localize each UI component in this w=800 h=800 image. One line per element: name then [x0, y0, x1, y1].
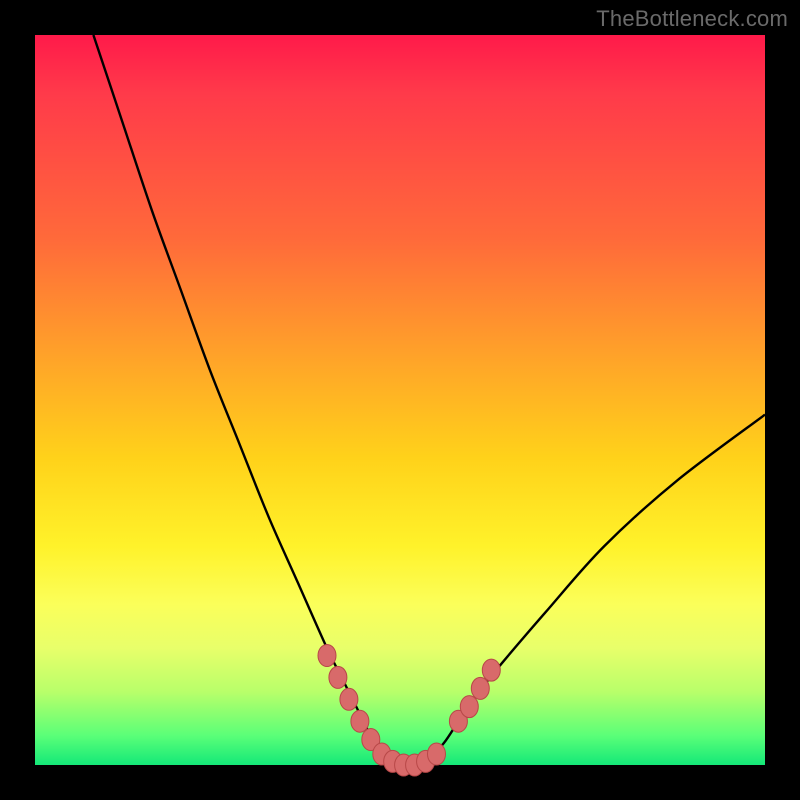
- curve-marker: [329, 666, 347, 688]
- plot-area: [35, 35, 765, 765]
- curve-marker: [460, 696, 478, 718]
- curve-marker: [471, 677, 489, 699]
- outer-frame: TheBottleneck.com: [0, 0, 800, 800]
- curve-marker: [340, 688, 358, 710]
- curve-layer: [93, 35, 765, 766]
- curve-marker: [428, 743, 446, 765]
- curve-marker: [318, 645, 336, 667]
- bottleneck-curve-path: [93, 35, 765, 766]
- curve-marker: [482, 659, 500, 681]
- watermark-text: TheBottleneck.com: [596, 6, 788, 32]
- curve-marker: [351, 710, 369, 732]
- marker-layer: [318, 645, 500, 777]
- curve-svg: [35, 35, 765, 765]
